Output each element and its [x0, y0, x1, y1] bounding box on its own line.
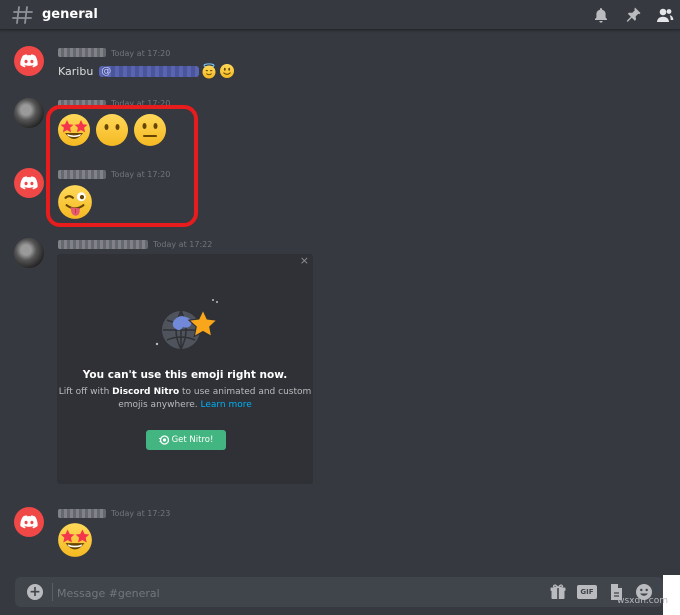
- get-nitro-label: Get Nitro!: [171, 435, 214, 445]
- smiling-face-with-halo-icon: [202, 63, 216, 79]
- avatar[interactable]: [14, 168, 44, 198]
- nitro-description: Lift off with Discord Nitro to use anima…: [57, 386, 313, 412]
- timestamp: Today at 17:20: [111, 49, 171, 58]
- channel-header: general: [0, 0, 680, 30]
- gift-icon[interactable]: [549, 583, 567, 601]
- nitro-desc-text: emojis anywhere.: [118, 400, 201, 410]
- pin-icon[interactable]: [624, 6, 642, 24]
- discord-logo-icon: [20, 54, 38, 68]
- bell-icon[interactable]: [592, 6, 610, 24]
- user-mention[interactable]: @: [99, 65, 200, 77]
- message-5: Today at 17:23: [0, 505, 680, 565]
- smiling-face-icon: [220, 64, 235, 78]
- watermark: wsxdn.com: [617, 596, 668, 606]
- nitro-desc-text: to use animated and custom: [179, 387, 312, 397]
- message-input[interactable]: [57, 585, 537, 601]
- discord-logo-icon: [20, 515, 38, 529]
- message-1: Today at 17:20 Karibu @: [0, 44, 680, 84]
- page-edge: [663, 575, 680, 615]
- avatar[interactable]: [14, 46, 44, 76]
- avatar[interactable]: [14, 98, 44, 128]
- get-nitro-button[interactable]: Get Nitro!: [146, 430, 226, 450]
- channel-name: general: [42, 7, 98, 22]
- star-struck-icon[interactable]: [56, 521, 94, 559]
- plus-icon[interactable]: +: [27, 584, 43, 600]
- nitro-desc-bold: Discord Nitro: [112, 387, 180, 397]
- close-icon[interactable]: ×: [300, 254, 309, 267]
- avatar[interactable]: [14, 238, 44, 268]
- nitro-title: You can't use this emoji right now.: [82, 369, 288, 381]
- message-content: Karibu: [58, 64, 94, 78]
- username[interactable]: [58, 509, 106, 518]
- gif-icon[interactable]: GIF: [577, 585, 597, 599]
- highlight-box: [46, 105, 198, 227]
- timestamp: Today at 17:23: [111, 509, 171, 518]
- nitro-upsell-card: × You can't use this emoji right now. Li…: [57, 254, 313, 484]
- members-icon[interactable]: [656, 6, 674, 24]
- emoji-row: [56, 521, 94, 559]
- learn-more-link[interactable]: Learn more: [200, 400, 251, 410]
- username[interactable]: [58, 48, 106, 57]
- discord-logo-icon: [20, 176, 38, 190]
- message-text: Karibu @: [58, 63, 235, 79]
- message-composer: + GIF: [15, 577, 663, 607]
- username[interactable]: [58, 240, 148, 249]
- hash-icon: [12, 5, 33, 24]
- nitro-icon: [158, 435, 169, 445]
- divider: [52, 583, 53, 601]
- nitro-illustration-icon: [155, 299, 219, 350]
- nitro-desc-text: Lift off with: [58, 387, 113, 397]
- avatar[interactable]: [14, 507, 44, 537]
- timestamp: Today at 17:22: [153, 240, 213, 249]
